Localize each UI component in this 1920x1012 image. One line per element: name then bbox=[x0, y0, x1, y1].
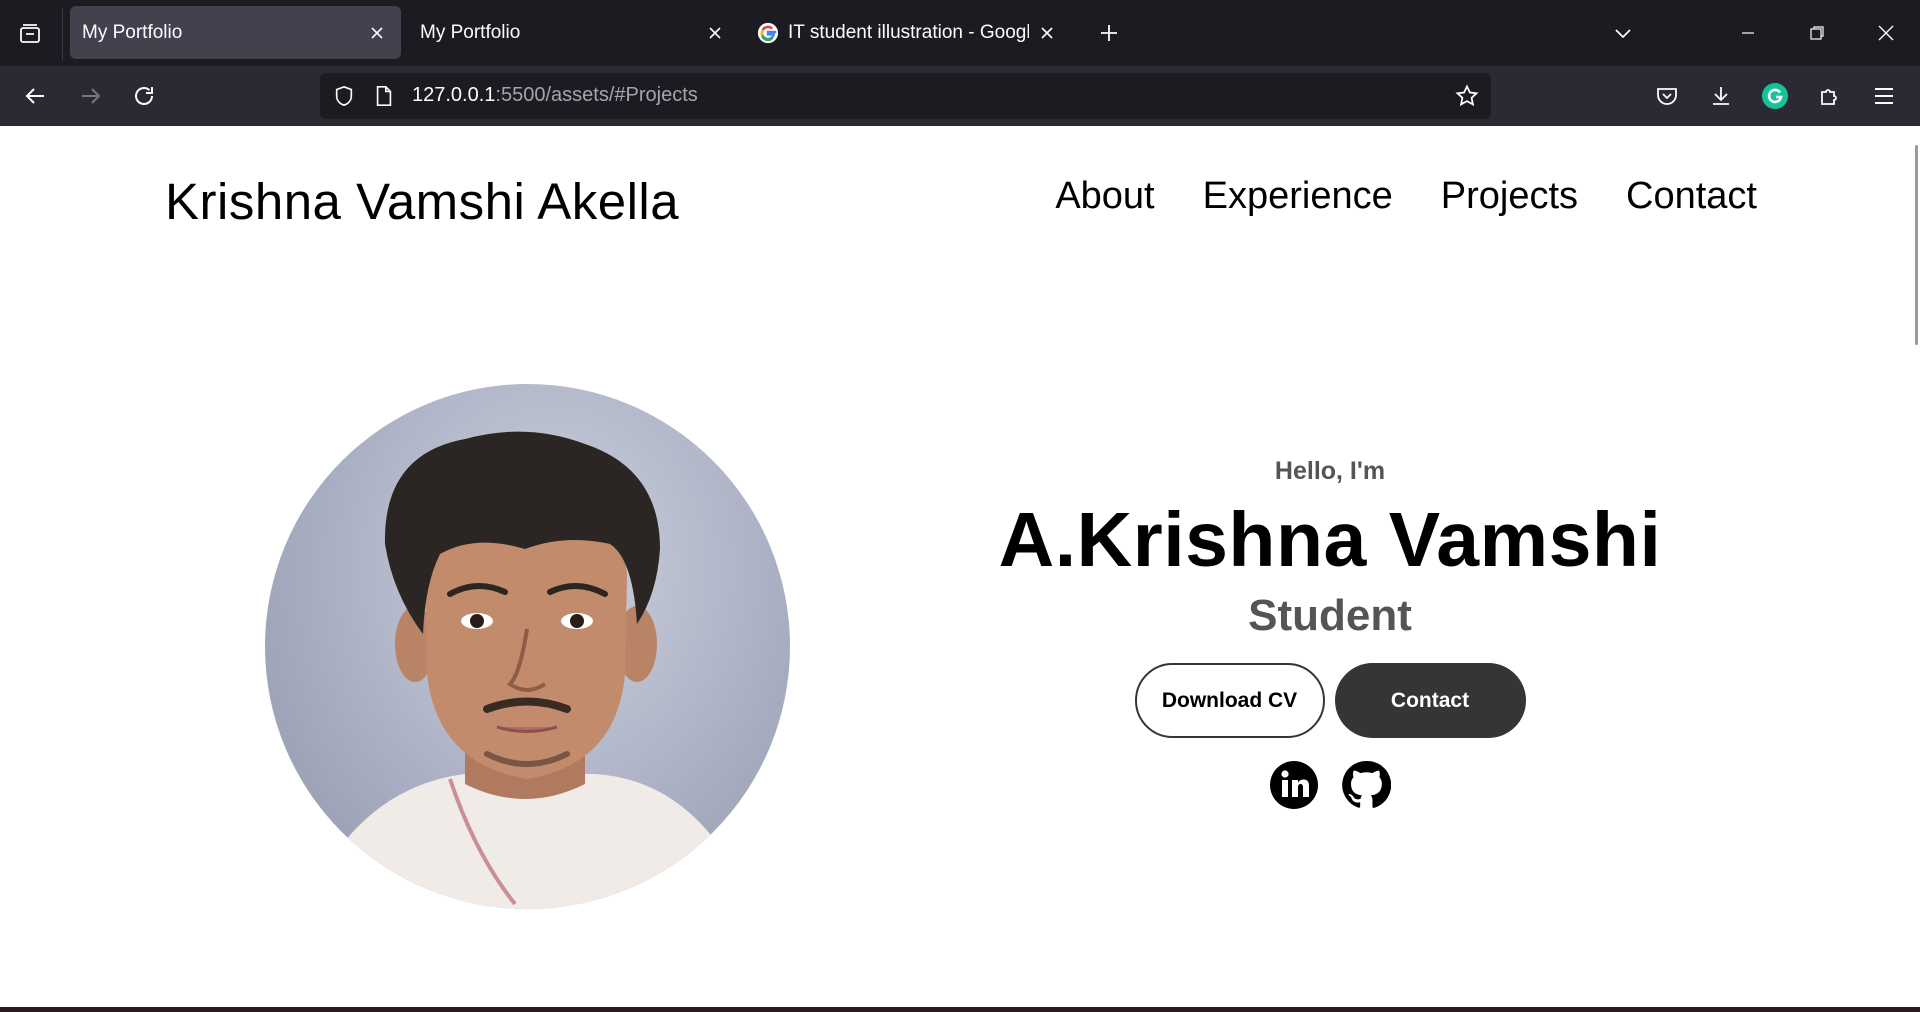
close-tab-icon[interactable] bbox=[359, 15, 395, 51]
close-tab-icon[interactable] bbox=[1029, 15, 1065, 51]
address-bar[interactable]: 127.0.0.1:5500/assets/#Projects bbox=[320, 73, 1491, 119]
profile-photo bbox=[265, 384, 790, 909]
site-brand[interactable]: Krishna Vamshi Akella bbox=[165, 172, 679, 231]
grammarly-icon[interactable] bbox=[1753, 74, 1797, 118]
profile-portrait-illustration bbox=[325, 431, 735, 909]
tab-list-icon[interactable] bbox=[10, 14, 50, 54]
tab-my-portfolio-active[interactable]: My Portfolio bbox=[70, 6, 401, 59]
hero-role: Student bbox=[1248, 591, 1412, 640]
close-tab-icon[interactable] bbox=[697, 15, 733, 51]
nav-link-about[interactable]: About bbox=[1055, 175, 1154, 218]
linkedin-icon[interactable] bbox=[1269, 760, 1319, 810]
shield-icon[interactable] bbox=[330, 82, 358, 110]
scrollbar-thumb[interactable] bbox=[1915, 145, 1918, 345]
tab-google-search[interactable]: IT student illustration - Google S bbox=[746, 6, 1071, 59]
github-icon[interactable] bbox=[1341, 760, 1391, 810]
new-tab-icon[interactable] bbox=[1090, 14, 1128, 52]
list-all-tabs-chevron-icon[interactable] bbox=[1604, 14, 1642, 52]
minimize-icon[interactable] bbox=[1726, 12, 1770, 54]
contact-button[interactable]: Contact bbox=[1334, 663, 1526, 738]
browser-tab-bar: My Portfolio My Portfolio IT student ill… bbox=[0, 0, 1920, 66]
reload-icon[interactable] bbox=[122, 74, 166, 118]
tab-my-portfolio[interactable]: My Portfolio bbox=[408, 6, 739, 59]
tab-title: My Portfolio bbox=[420, 21, 521, 43]
tab-separator bbox=[62, 8, 63, 60]
forward-arrow-icon[interactable] bbox=[68, 74, 112, 118]
back-arrow-icon[interactable] bbox=[14, 74, 58, 118]
close-window-icon[interactable] bbox=[1864, 12, 1908, 54]
url-text[interactable]: 127.0.0.1:5500/assets/#Projects bbox=[412, 84, 698, 107]
url-path: :5500/assets/#Projects bbox=[495, 84, 698, 106]
bookmark-star-icon[interactable] bbox=[1451, 80, 1483, 112]
hero-greeting: Hello, I'm bbox=[1274, 457, 1386, 485]
portfolio-page: Krishna Vamshi Akella About Experience P… bbox=[0, 127, 1920, 1007]
hero-section: Hello, I'm A.Krishna Vamshi Student Down… bbox=[930, 457, 1730, 810]
google-favicon-icon bbox=[756, 21, 780, 45]
pocket-icon[interactable] bbox=[1645, 74, 1689, 118]
hero-name: A.Krishna Vamshi bbox=[998, 497, 1662, 583]
page-info-icon[interactable] bbox=[370, 82, 398, 110]
tab-title: IT student illustration - Google S bbox=[788, 21, 1029, 43]
nav-link-contact[interactable]: Contact bbox=[1626, 175, 1757, 218]
browser-toolbar: 127.0.0.1:5500/assets/#Projects bbox=[0, 66, 1920, 126]
social-links bbox=[930, 760, 1730, 810]
hero-buttons: Download CV Contact bbox=[930, 663, 1730, 738]
nav-link-experience[interactable]: Experience bbox=[1203, 175, 1393, 218]
url-host: 127.0.0.1 bbox=[412, 84, 496, 106]
tab-title: My Portfolio bbox=[82, 21, 183, 43]
menu-hamburger-icon[interactable] bbox=[1862, 74, 1906, 118]
next-section-edge bbox=[0, 1007, 1920, 1012]
download-icon[interactable] bbox=[1699, 74, 1743, 118]
site-nav: About Experience Projects Contact bbox=[1055, 175, 1757, 218]
download-cv-button[interactable]: Download CV bbox=[1134, 663, 1325, 738]
restore-icon[interactable] bbox=[1795, 12, 1839, 54]
nav-link-projects[interactable]: Projects bbox=[1441, 175, 1578, 218]
extensions-puzzle-icon[interactable] bbox=[1808, 74, 1852, 118]
